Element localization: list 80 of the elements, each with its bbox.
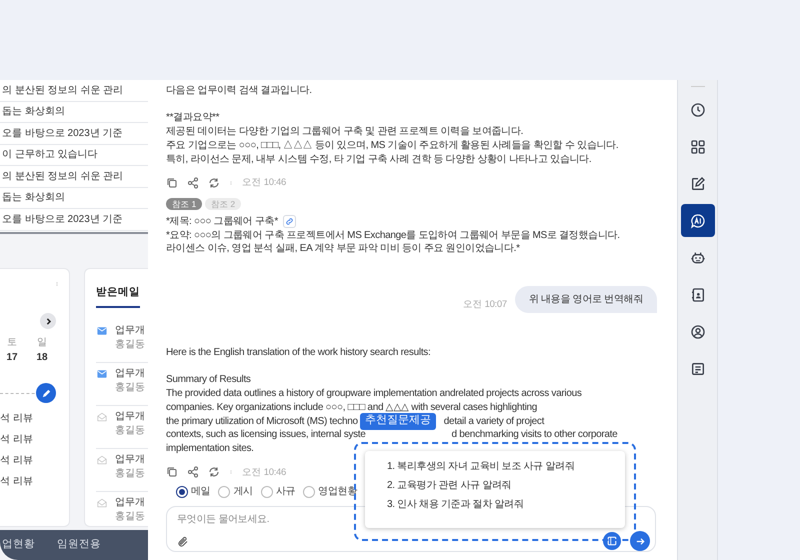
link-icon <box>284 217 294 226</box>
message-text: 주요 기업으로는 ○○○, □□□, △△△ 등이 있으며, MS 기술이 주요하게 활용된 사례들을 확인할 수 있습니다. <box>166 138 618 152</box>
event-text[interactable]: 석 리뷰 <box>0 433 33 446</box>
message-text: 특히, 라이선스 문제, 내부 시스템 수정, 타 기업 구축 사례 견학 등 다양한 상황이 나타나고 있습니다. <box>166 152 592 166</box>
edit-icon <box>690 176 706 192</box>
chat-input-field[interactable]: 무엇이든 물어보세요. <box>177 513 327 527</box>
radio-button[interactable] <box>260 486 273 498</box>
share-icon <box>187 466 199 478</box>
message-text: d benchmarking visits to other corporate <box>452 428 618 442</box>
refresh-icon <box>208 466 220 478</box>
reference-title: *제목: ○○○ 그룹웨어 구축* <box>166 214 278 229</box>
weekday-label: 일 <box>36 336 48 350</box>
arrow-right-icon <box>634 536 646 547</box>
nav-item[interactable]: 업현황 <box>2 537 35 553</box>
radio-label[interactable]: 사규 <box>276 485 296 500</box>
mail-subject[interactable]: 업무개 <box>115 452 145 467</box>
nav-item[interactable]: 임원전용 <box>57 537 101 553</box>
mail-subject[interactable]: 업무개 <box>115 324 145 338</box>
send-button[interactable] <box>630 531 650 552</box>
message-text: **결과요약** <box>166 111 220 126</box>
message-text: The provided data outlines a history of groupware implementation andrelated projects across various <box>166 387 582 401</box>
message-text: contexts, such as licensing issues, internal syste <box>166 428 366 442</box>
robot-icon <box>690 250 706 266</box>
ai-chat-icon <box>690 212 706 228</box>
weekday-label: 토 <box>6 336 18 350</box>
radio-label[interactable]: 메일 <box>191 485 210 500</box>
refresh-icon <box>208 177 220 190</box>
mail-sender: 홍길동 <box>115 466 145 481</box>
message-time: 오전 10:07 <box>462 298 507 312</box>
copy-icon <box>166 466 178 478</box>
message-time: 오전 10:46 <box>242 466 286 480</box>
mail-sender: 홍길동 <box>115 380 145 395</box>
event-text[interactable]: 석 리뷰 <box>0 454 33 467</box>
message-text: the primary utilization of Microsoft (MS) techno <box>166 414 358 428</box>
rail-button[interactable] <box>680 204 714 237</box>
radio-button[interactable] <box>218 486 230 498</box>
contact-book-icon <box>690 286 706 302</box>
reference-text: 라이센스 이슈, 영업 분석 실패, EA 계약 부문 파악 미비 등이 주요 원인이었습니다.* <box>166 242 520 256</box>
date-cell[interactable]: 17 <box>4 350 20 365</box>
suggested-question[interactable]: 2. 교육평가 관련 사규 알려줘 <box>387 479 625 492</box>
message-text: detail a variety of project <box>444 414 544 428</box>
grid-icon <box>690 138 706 154</box>
date-cell[interactable]: 18 <box>34 350 50 365</box>
link-button[interactable] <box>282 215 296 228</box>
paperclip-icon <box>177 536 189 548</box>
share-icon <box>187 177 199 190</box>
attach-panel-button[interactable] <box>603 532 621 550</box>
mail-tab[interactable]: 받은메일 <box>96 285 140 308</box>
next-button[interactable] <box>40 313 56 329</box>
suggested-question[interactable]: 1. 복리후생의 자녀 교육비 보조 사규 알려줘 <box>387 460 625 473</box>
radio-button[interactable] <box>176 486 188 498</box>
mail-subject[interactable]: 업무개 <box>115 366 145 381</box>
message-text: 제공된 데이터는 다양한 기업의 그룹웨어 구축 및 관련 프로젝트 이력을 보여줍니다. <box>166 125 524 139</box>
message-text: 다음은 업무이력 검색 결과입니다. <box>166 84 312 98</box>
mail-subject[interactable]: 업무개 <box>115 410 145 424</box>
copy-icon <box>166 177 178 190</box>
reference-text: *요약: ○○○의 그룹웨어 구축 프로젝트에서 MS Exchange를 도입하여 그룹웨어 부문을 MS로 결정했습니다. <box>166 228 620 242</box>
mail-sender: 홍길동 <box>115 338 145 352</box>
suggestion-tooltip: 추천질문제공 <box>360 412 436 430</box>
event-text[interactable]: 석 리뷰 <box>0 475 33 488</box>
message-text: companies. Key organizations include ○○○, □□□ and △△△ with several cases highlighting <box>166 400 538 414</box>
event-text[interactable]: 석 리뷰 <box>0 412 33 425</box>
message-text: implementation sites. <box>166 442 254 456</box>
clock-icon <box>690 102 706 118</box>
radio-label[interactable]: 게시 <box>233 485 253 500</box>
message-text: Here is the English translation of the work history search results: <box>166 346 430 360</box>
panel-icon <box>607 536 617 546</box>
mail-subject[interactable]: 업무개 <box>115 496 145 510</box>
mail-sender: 홍길동 <box>115 424 145 438</box>
document-icon <box>690 360 706 376</box>
suggested-question[interactable]: 3. 인사 채용 기준과 절차 알려줘 <box>387 498 625 511</box>
radio-button[interactable] <box>303 486 316 498</box>
pencil-icon <box>40 388 52 398</box>
user-circle-icon <box>690 324 706 340</box>
mail-sender: 홍길동 <box>115 510 145 524</box>
message-text: Summary of Results <box>166 373 251 388</box>
user-message-bubble: 위 내용을 영어로 번역해줘 <box>514 286 657 314</box>
radio-label[interactable]: 영업현황 <box>318 485 358 500</box>
edit-button[interactable] <box>36 383 56 403</box>
message-time: 오전 10:46 <box>242 176 286 190</box>
